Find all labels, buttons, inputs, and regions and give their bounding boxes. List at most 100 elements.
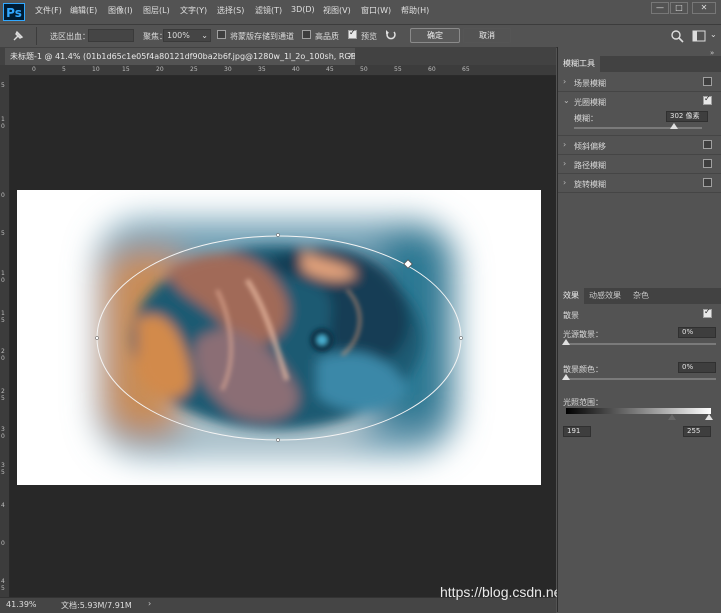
save-mask-checkbox[interactable] — [217, 30, 226, 39]
menu-filter[interactable]: 滤镜(T) — [255, 5, 282, 16]
blur-item-label: 旋转模糊 — [574, 180, 606, 189]
chevron-right-icon[interactable]: › — [148, 599, 151, 608]
menu-layer[interactable]: 图层(L) — [143, 5, 170, 16]
chevron-down-icon: ⌄ — [563, 96, 570, 105]
chevron-down-icon[interactable]: ⌄ — [710, 30, 718, 42]
menu-help[interactable]: 帮助(H) — [401, 5, 429, 16]
ruler-label: 50 — [360, 66, 368, 73]
menu-select[interactable]: 选择(S) — [217, 5, 244, 16]
menu-edit[interactable]: 编辑(E) — [70, 5, 97, 16]
ruler-label: 0 — [1, 540, 5, 547]
bokeh-color-thumb[interactable] — [562, 374, 570, 380]
blur-tools-tabbar: 模糊工具 — [558, 56, 721, 72]
chevron-right-icon: › — [563, 159, 567, 168]
iris-blur-checkbox[interactable] — [703, 94, 712, 105]
iris-blur-overlay[interactable] — [95, 233, 465, 443]
menu-3d[interactable]: 3D(D) — [291, 5, 315, 14]
tab-effects[interactable]: 效果 — [558, 288, 584, 304]
ruler-label: 0 — [1, 192, 5, 199]
ruler-corner — [0, 65, 9, 75]
ruler-label: 20 — [156, 66, 164, 73]
chevron-right-icon: › — [563, 178, 567, 187]
light-range-low-thumb[interactable] — [668, 414, 676, 420]
light-range-high-thumb[interactable] — [705, 414, 713, 420]
search-icon[interactable] — [670, 29, 684, 43]
tab-motion-effects[interactable]: 动感效果 — [584, 288, 626, 304]
bokeh-label: 散景 — [563, 311, 579, 320]
light-range-gradient[interactable] — [566, 408, 711, 414]
tab-noise[interactable]: 杂色 — [628, 288, 654, 304]
blur-item-field[interactable]: › 场景模糊 — [558, 73, 721, 92]
bokeh-checkbox[interactable] — [703, 307, 712, 318]
path-blur-checkbox[interactable] — [703, 159, 712, 168]
ruler-label: 5 — [1, 82, 5, 89]
maximize-button[interactable]: □ — [670, 2, 688, 14]
ruler-label: 4 — [1, 578, 5, 585]
ruler-label: 5 — [1, 317, 5, 324]
zoom-level[interactable]: 41.39% — [6, 600, 37, 609]
blur-item-label: 光圈模糊 — [574, 98, 606, 107]
high-quality-checkbox[interactable] — [302, 30, 311, 39]
blur-item-path[interactable]: › 路径模糊 — [558, 155, 721, 174]
light-bokeh-thumb[interactable] — [562, 339, 570, 345]
light-range-high-field[interactable]: 255 — [683, 426, 711, 437]
menu-view[interactable]: 视图(V) — [323, 5, 351, 16]
ruler-label: 0 — [1, 433, 5, 440]
bokeh-color-field[interactable]: 0% — [678, 362, 716, 373]
blur-item-iris[interactable]: ⌄ 光圈模糊 模糊： 302 像素 — [558, 92, 721, 136]
blur-amount-slider[interactable] — [574, 127, 702, 129]
ruler-label: 2 — [1, 348, 5, 355]
blur-amount-thumb[interactable] — [669, 123, 678, 129]
ruler-label: 5 — [62, 66, 66, 73]
menu-image[interactable]: 图像(I) — [108, 5, 133, 16]
divider — [36, 27, 37, 45]
minimize-button[interactable]: — — [651, 2, 669, 14]
ruler-label: 0 — [32, 66, 36, 73]
chevron-down-icon: ⌄ — [201, 31, 208, 40]
chevron-right-icon: › — [563, 77, 567, 86]
ruler-label: 2 — [1, 388, 5, 395]
field-blur-checkbox[interactable] — [703, 77, 712, 86]
light-bokeh-field[interactable]: 0% — [678, 327, 716, 338]
ruler-label: 5 — [1, 469, 5, 476]
ruler-label: 60 — [428, 66, 436, 73]
ruler-label: 45 — [326, 66, 334, 73]
cancel-button[interactable]: 取消 — [463, 28, 511, 43]
save-mask-label: 将蒙版存储到通道 — [230, 32, 294, 41]
light-range-low-field[interactable]: 191 — [563, 426, 591, 437]
focus-dropdown[interactable]: 100% ⌄ — [163, 29, 211, 42]
ruler-label: 0 — [1, 355, 5, 362]
close-button[interactable]: ✕ — [692, 2, 716, 14]
collapse-icon[interactable]: » — [710, 49, 714, 57]
ruler-label: 65 — [462, 66, 470, 73]
blur-item-spin[interactable]: › 旋转模糊 — [558, 174, 721, 193]
ruler-label: 5 — [1, 230, 5, 237]
close-tab-icon[interactable]: ✕ — [348, 51, 355, 60]
menu-window[interactable]: 窗口(W) — [361, 5, 391, 16]
light-bokeh-slider[interactable] — [566, 343, 716, 345]
ruler-label: 55 — [394, 66, 402, 73]
reset-icon[interactable] — [384, 28, 398, 42]
tilt-shift-checkbox[interactable] — [703, 140, 712, 149]
preview-label: 预览 — [361, 32, 377, 41]
chevron-right-icon: › — [563, 140, 567, 149]
focus-value: 100% — [167, 31, 190, 40]
ok-button[interactable]: 确定 — [410, 28, 460, 43]
selection-output-field[interactable] — [88, 29, 134, 42]
spin-blur-checkbox[interactable] — [703, 178, 712, 187]
pin-tool-icon[interactable] — [10, 28, 26, 44]
ruler-label: 3 — [1, 462, 5, 469]
photoshop-logo: Ps — [3, 3, 25, 21]
workspace-icon[interactable] — [692, 30, 706, 42]
blur-item-tilt-shift[interactable]: › 倾斜偏移 — [558, 136, 721, 155]
menu-file[interactable]: 文件(F) — [35, 5, 62, 16]
blur-amount-field[interactable]: 302 像素 — [666, 111, 708, 122]
document-tab[interactable]: 未标题-1 @ 41.4% (01b1d65c1e05f4a80121df90b… — [5, 48, 355, 65]
menu-type[interactable]: 文字(Y) — [180, 5, 207, 16]
bokeh-color-slider[interactable] — [566, 378, 716, 380]
preview-checkbox[interactable] — [348, 28, 357, 39]
tab-blur-tools[interactable]: 模糊工具 — [558, 56, 600, 72]
right-panel: 模糊工具 » › 场景模糊 ⌄ 光圈模糊 模糊： 302 像素 › 倾斜偏移 ›… — [557, 47, 721, 612]
ruler-label: 10 — [92, 66, 100, 73]
blur-item-label: 场景模糊 — [574, 79, 606, 88]
